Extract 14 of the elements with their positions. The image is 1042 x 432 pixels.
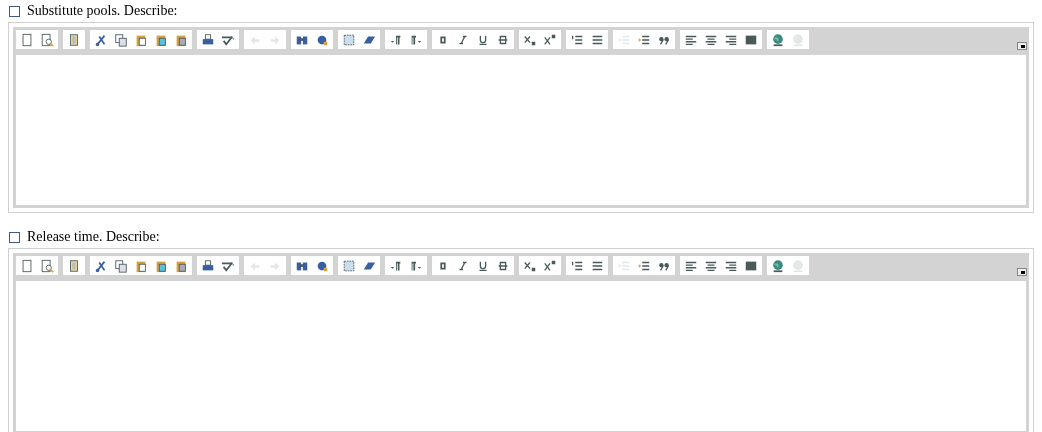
template-icon: [67, 258, 81, 273]
collapse-toolbar-icon[interactable]: [1017, 42, 1027, 50]
superscript-icon: [543, 32, 557, 47]
select-all-icon: [342, 258, 356, 273]
checkbox[interactable]: [9, 5, 20, 17]
checkbox[interactable]: [9, 231, 20, 243]
collapse-toolbar-icon[interactable]: [1017, 268, 1027, 276]
superscript-icon: [543, 258, 557, 273]
select-all-icon: [342, 32, 356, 47]
scissors-icon: [94, 32, 108, 47]
template-icon: [67, 32, 81, 47]
field-label: Release time. Describe:: [27, 229, 160, 245]
scissors-icon: [94, 258, 108, 273]
field-label: Substitute pools. Describe:: [27, 3, 178, 19]
